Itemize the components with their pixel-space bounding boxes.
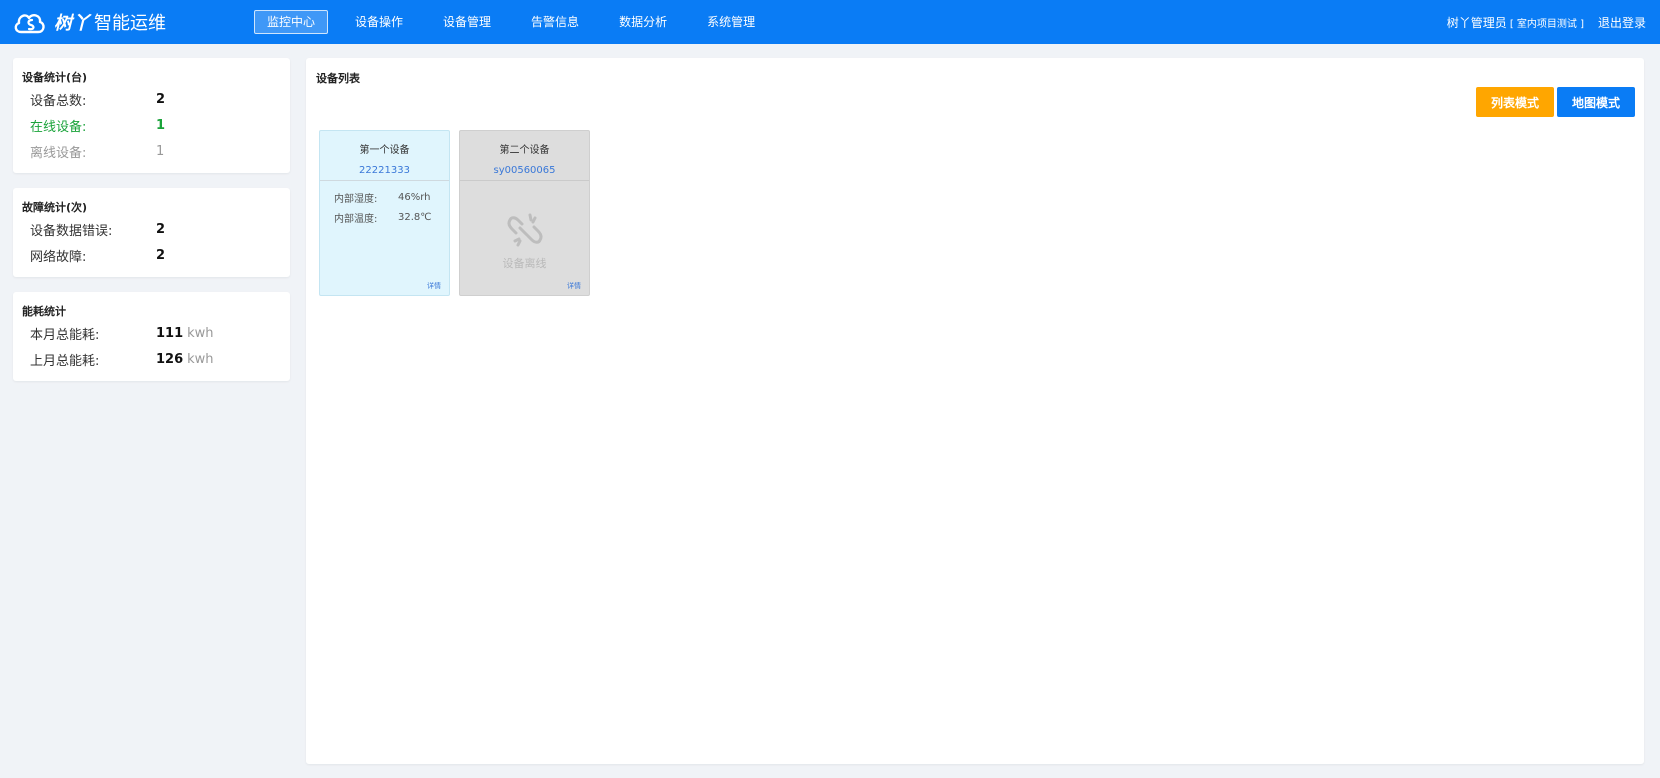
card-header: 第一个设备 22221333 <box>320 131 449 181</box>
stat-value: 111 <box>156 325 184 341</box>
offline-status-text: 设备离线 <box>502 257 547 270</box>
stat-label: 设备总数: <box>30 93 87 109</box>
stat-label: 上月总能耗: <box>30 353 100 369</box>
stat-row-data-error: 设备数据错误: 2 <box>13 216 290 242</box>
stat-row-offline: 离线设备: 1 <box>13 138 290 164</box>
nav-data-analysis[interactable]: 数据分析 <box>606 10 680 34</box>
nav-monitor-center[interactable]: 监控中心 <box>254 10 329 34</box>
device-card-online[interactable]: 第一个设备 22221333 内部湿度: 46%rh 内部温度: 32.8℃ 详… <box>319 130 450 296</box>
cloud-logo-icon <box>14 14 45 34</box>
device-list-title: 设备列表 <box>316 72 360 85</box>
energy-stats-title: 能耗统计 <box>22 305 66 318</box>
stat-unit: kwh <box>187 351 214 367</box>
map-mode-button[interactable]: 地图模式 <box>1557 87 1635 117</box>
device-sn: sy00560065 <box>493 165 556 176</box>
param-temperature: 内部温度: 32.8℃ <box>320 207 449 227</box>
param-value: 32.8℃ <box>398 211 432 223</box>
device-name: 第二个设备 <box>499 145 550 156</box>
device-stats-panel: 设备统计(台) 设备总数: 2 在线设备: 1 离线设备: 1 <box>13 58 290 173</box>
user-org: [ 室内项目测试 ] <box>1509 19 1584 30</box>
logout-link[interactable]: 退出登录 <box>1598 14 1646 31</box>
stat-value: 2 <box>156 221 166 237</box>
energy-stats-panel: 能耗统计 本月总能耗: 111 kwh 上月总能耗: 126 kwh <box>13 292 290 381</box>
stat-value: 2 <box>156 247 166 263</box>
stat-label: 本月总能耗: <box>30 327 100 343</box>
nav-device-management[interactable]: 设备管理 <box>430 10 504 34</box>
stat-unit: kwh <box>187 325 214 341</box>
stat-value: 2 <box>156 91 166 107</box>
nav-alarm-info[interactable]: 告警信息 <box>518 10 592 34</box>
logo[interactable]: 树丫 智能运维 <box>12 8 166 36</box>
fault-stats-title: 故障统计(次) <box>22 201 88 214</box>
stat-value: 1 <box>156 143 165 159</box>
param-label: 内部湿度: <box>334 193 378 205</box>
device-detail-link[interactable]: 详情 <box>427 281 441 291</box>
param-label: 内部温度: <box>334 213 378 225</box>
fault-stats-panel: 故障统计(次) 设备数据错误: 2 网络故障: 2 <box>13 188 290 277</box>
nav-device-operation[interactable]: 设备操作 <box>342 10 416 34</box>
device-detail-link[interactable]: 详情 <box>567 281 581 291</box>
param-value: 46%rh <box>398 191 431 203</box>
stat-label: 网络故障: <box>30 249 87 265</box>
main-nav: 监控中心 设备操作 设备管理 告警信息 数据分析 系统管理 <box>254 10 782 34</box>
stat-row-total: 设备总数: 2 <box>13 86 290 112</box>
brand-name: 树丫 <box>54 13 90 34</box>
stat-label: 设备数据错误: <box>30 223 113 239</box>
stat-value: 126 <box>156 351 184 367</box>
card-header: 第二个设备 sy00560065 <box>460 131 589 181</box>
stat-row-last-month: 上月总能耗: 126 kwh <box>13 346 290 372</box>
user-area: 树丫管理员 [ 室内项目测试 ] 退出登录 <box>1447 14 1646 31</box>
stat-value: 1 <box>156 117 166 133</box>
device-name: 第一个设备 <box>359 145 410 156</box>
device-stats-title: 设备统计(台) <box>22 71 88 84</box>
card-params: 内部湿度: 46%rh 内部温度: 32.8℃ <box>320 187 449 227</box>
app-title: 智能运维 <box>94 13 166 34</box>
nav-system-management[interactable]: 系统管理 <box>694 10 768 34</box>
param-humidity: 内部湿度: 46%rh <box>320 187 449 207</box>
device-card-offline[interactable]: 第二个设备 sy00560065 设备离线 详情 <box>459 130 590 296</box>
user-name: 树丫管理员 <box>1446 16 1507 30</box>
top-bar: 树丫 智能运维 监控中心 设备操作 设备管理 告警信息 数据分析 系统管理 树丫… <box>0 0 1660 44</box>
stat-label: 离线设备: <box>30 145 87 161</box>
stat-row-online: 在线设备: 1 <box>13 112 290 138</box>
stat-row-network-fault: 网络故障: 2 <box>13 242 290 268</box>
device-sn: 22221333 <box>359 165 410 176</box>
broken-link-icon <box>460 211 589 253</box>
stat-row-this-month: 本月总能耗: 111 kwh <box>13 320 290 346</box>
list-mode-button[interactable]: 列表模式 <box>1476 87 1554 117</box>
offline-body: 设备离线 <box>460 211 589 271</box>
stat-label: 在线设备: <box>30 119 87 135</box>
device-list-panel: 设备列表 列表模式 地图模式 第一个设备 22221333 内部湿度: 46%r… <box>306 58 1644 764</box>
